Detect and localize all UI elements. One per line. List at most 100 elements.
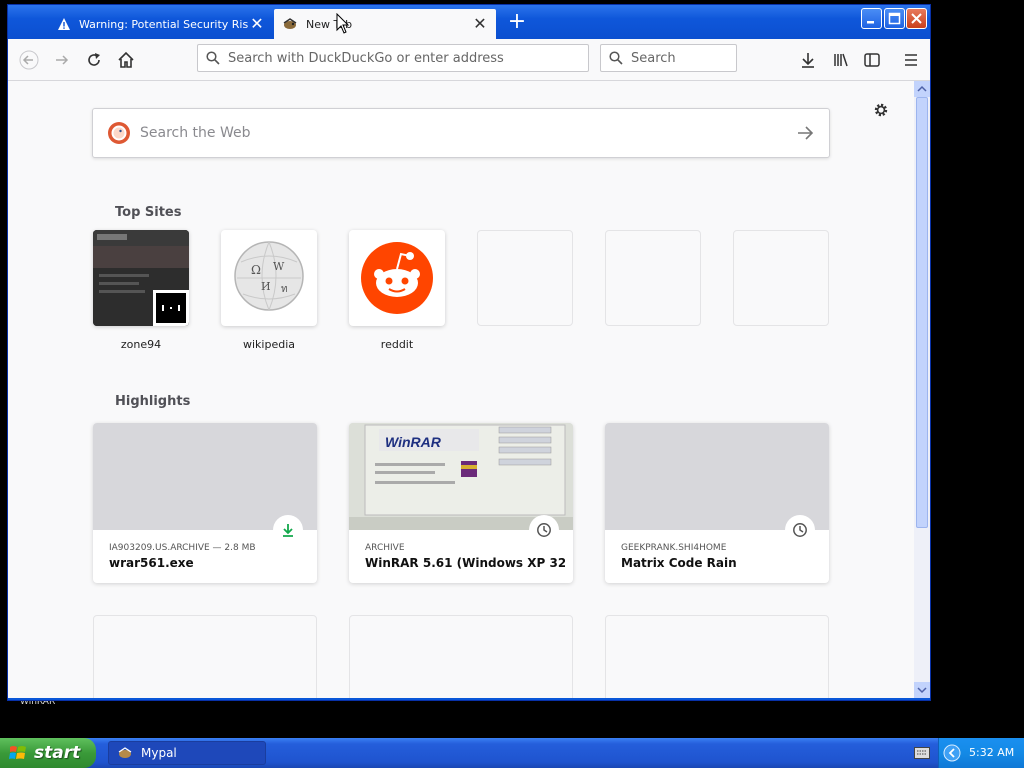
close-tab-icon[interactable]: ✕ (249, 16, 265, 32)
home-icon (118, 51, 134, 68)
highlight-thumbnail: WinRAR (349, 423, 573, 530)
chevron-left-icon[interactable] (943, 744, 961, 762)
clock-badge (529, 515, 559, 545)
clock-icon (793, 523, 807, 537)
top-site-zone94[interactable]: zone94 (93, 230, 189, 351)
new-tab-page: Search the Web Top Sites zone94 Ω W И ท … (8, 81, 914, 698)
highlight-title: wrar561.exe (109, 556, 194, 570)
top-site-wikipedia[interactable]: Ω W И ท wikipedia (221, 230, 317, 351)
tab-title: New Tab (306, 17, 353, 31)
tab-security-warning[interactable]: Warning: Potential Security Risk Ah ✕ (49, 9, 273, 39)
highlight-placeholder (93, 615, 317, 698)
highlight-title: WinRAR 5.61 (Windows XP 32-Bit) (365, 556, 565, 570)
close-icon (911, 13, 922, 24)
clock: 5:32 AM (969, 746, 1015, 759)
new-tab-button[interactable]: + (505, 11, 529, 33)
top-site-empty (733, 230, 829, 326)
title-bar: Warning: Potential Security Risk Ah ✕ Ne… (8, 5, 930, 39)
web-search-placeholder: Search the Web (140, 125, 251, 141)
clock-badge (785, 515, 815, 545)
highlight-card[interactable]: IA903209.US.ARCHIVE — 2.8 MB wrar561.exe (93, 423, 317, 583)
arrow-right-icon[interactable] (795, 123, 815, 143)
top-site-tile[interactable] (93, 230, 189, 326)
start-button[interactable]: start (0, 738, 96, 768)
web-search-box[interactable]: Search the Web (92, 108, 830, 158)
reddit-icon (361, 242, 433, 314)
top-site-label: zone94 (120, 338, 162, 351)
downloads-button[interactable] (797, 49, 819, 71)
winrar-screenshot-thumbnail: WinRAR (349, 423, 573, 530)
taskbar-item-mypal[interactable]: Mypal (108, 741, 266, 765)
gear-icon[interactable] (872, 101, 890, 119)
browser-window: Warning: Potential Security Risk Ah ✕ Ne… (7, 4, 931, 701)
tab-new-tab[interactable]: New Tab ✕ (274, 9, 496, 39)
sidebar-icon (864, 53, 880, 67)
svg-text:ท: ท (281, 284, 288, 295)
scroll-up-button[interactable] (914, 81, 930, 97)
top-site-label: reddit (380, 338, 414, 351)
search-bar[interactable]: Search (600, 44, 737, 72)
svg-text:И: И (261, 280, 271, 293)
windows-logo-icon (9, 746, 26, 759)
svg-text:W: W (273, 260, 285, 273)
mouse-cursor-icon (336, 13, 350, 34)
clock-icon (537, 523, 551, 537)
top-site-placeholder (733, 230, 829, 326)
chevron-up-icon (917, 85, 927, 92)
duckduckgo-icon (108, 122, 130, 144)
close-window-button[interactable] (906, 8, 927, 29)
taskbar-item-label: Mypal (141, 746, 177, 760)
zone94-thumbnail (93, 230, 189, 326)
highlight-card[interactable]: GEEKPRANK.SHI4HOME Matrix Code Rain (605, 423, 829, 583)
svg-text:Ω: Ω (251, 263, 261, 277)
search-icon (206, 51, 220, 65)
url-bar[interactable]: Search with DuckDuckGo or enter address (197, 44, 589, 72)
nav-toolbar: Search with DuckDuckGo or enter address … (8, 39, 930, 81)
keyboard-icon[interactable] (914, 747, 930, 759)
download-icon (802, 53, 814, 68)
back-button[interactable] (18, 49, 40, 71)
start-label: start (34, 743, 81, 763)
taskbar: start Mypal 5:32 AM (0, 738, 1024, 768)
reload-icon (88, 53, 100, 66)
url-bar-placeholder: Search with DuckDuckGo or enter address (228, 50, 504, 66)
vertical-scrollbar[interactable] (914, 81, 930, 698)
download-badge (273, 515, 303, 545)
highlight-placeholder (605, 615, 829, 698)
top-site-tile[interactable]: Ω W И ท (221, 230, 317, 326)
highlights-heading: Highlights (115, 394, 191, 409)
close-tab-icon[interactable]: ✕ (472, 16, 488, 32)
mypal-icon (283, 18, 297, 29)
chevron-down-icon (917, 687, 927, 694)
minimize-button[interactable] (861, 8, 882, 29)
forward-button[interactable] (51, 49, 73, 71)
library-button[interactable] (830, 49, 852, 71)
system-tray: 5:32 AM (938, 738, 1024, 768)
top-site-tile[interactable] (349, 230, 445, 326)
top-site-empty (605, 230, 701, 326)
highlight-thumbnail (93, 423, 317, 530)
top-site-reddit[interactable]: reddit (349, 230, 445, 351)
highlight-source: GEEKPRANK.SHI4HOME (621, 543, 727, 553)
forward-arrow-icon (56, 55, 69, 65)
highlight-card[interactable]: WinRAR ARCHIVE WinRAR 5.61 (Windows XP 3… (349, 423, 573, 583)
top-site-empty (477, 230, 573, 326)
top-sites-heading: Top Sites (115, 205, 182, 220)
mypal-icon (118, 747, 132, 758)
scrollbar-thumb[interactable] (916, 97, 928, 528)
highlight-placeholder (349, 615, 573, 698)
top-site-placeholder (477, 230, 573, 326)
sidebar-button[interactable] (861, 49, 883, 71)
menu-button[interactable] (900, 49, 922, 71)
maximize-button[interactable] (884, 8, 905, 29)
reload-button[interactable] (83, 49, 105, 71)
home-button[interactable] (115, 49, 137, 71)
scroll-down-button[interactable] (914, 682, 930, 698)
library-icon (834, 53, 848, 67)
highlight-source: ARCHIVE (365, 543, 405, 553)
svg-text:WinRAR: WinRAR (385, 434, 442, 450)
maximize-icon (888, 12, 901, 25)
minimize-icon (867, 21, 874, 24)
hamburger-menu-icon (905, 54, 917, 66)
tab-title: Warning: Potential Security Risk Ah (79, 17, 249, 31)
